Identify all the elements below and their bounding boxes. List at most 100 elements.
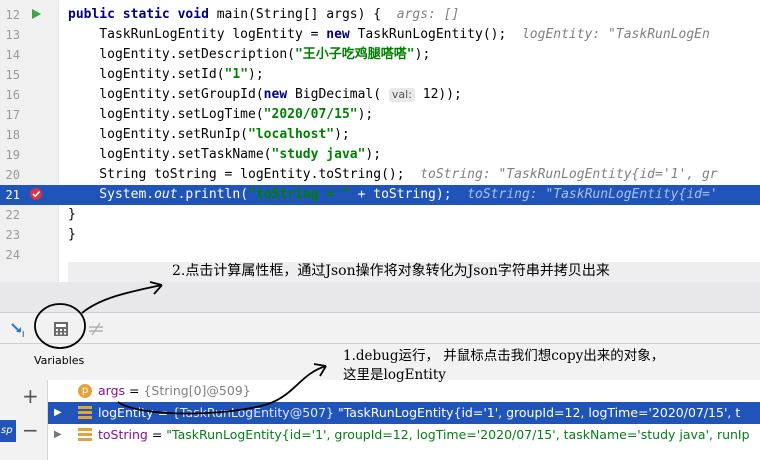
code-token: out [154,187,178,202]
code-line[interactable]: 22} [0,205,760,225]
variable-name: logEntity [98,405,154,420]
code-token: .println( [177,187,249,202]
code-text: public static void main(String[] args) {… [68,5,459,25]
code-text: logEntity.setTaskName("study java"); [68,145,381,165]
code-token: ); [248,67,264,82]
code-token: "study java" [271,147,366,162]
code-token: main(String[] args) { [216,7,397,22]
code-token: "toString = " [248,187,350,202]
variable-row-logentity[interactable]: ▶ logEntity = {TaskRunLogEntity@507} "Tas… [48,402,760,424]
code-line[interactable]: 12 public static void main(String[] args)… [0,5,760,25]
code-token: TaskRunLogEntity(); [357,27,522,42]
expand-arrow-icon[interactable]: ▶ [54,402,62,424]
variables-title: Variables [34,354,85,367]
code-token: static [122,7,178,22]
code-token: } [68,227,76,242]
inline-value-hint: toString: "TaskRunLogEntity{id='1', gr [420,167,718,182]
code-token: logEntity.setLogTime( [68,107,264,122]
code-text: System.out.println("toString = " + toStr… [68,185,718,205]
code-line[interactable]: 18 logEntity.setRunIp("localhost"); [0,125,760,145]
line-number: 23 [5,228,20,242]
expand-arrow-icon[interactable]: ▶ [54,424,62,446]
trace-icon[interactable] [84,317,108,341]
panel-divider [0,282,760,312]
inline-value-hint: toString: "TaskRunLogEntity{id=' [467,187,718,202]
code-token: public [68,7,123,22]
variable-value: "TaskRunLogEntity{id='1', groupId=12, lo… [166,427,750,442]
variable-eq: = [153,405,172,420]
code-token: ); [334,127,350,142]
line-number: 12 [5,8,20,22]
calculator-icon [54,322,68,336]
code-token: String toString = logEntity.toString(); [68,167,421,182]
line-number: 22 [5,208,20,222]
code-line[interactable]: 20 String toString = logEntity.toString(… [0,165,760,185]
code-token: "2020/07/15" [263,107,358,122]
code-editor[interactable]: 12 public static void main(String[] args)… [0,0,760,282]
inline-value-hint: args: [] [396,7,460,22]
code-token: logEntity.setTaskName( [68,147,272,162]
variable-type: {TaskRunLogEntity@507} [171,405,335,420]
code-text: logEntity.setId("1"); [68,65,264,85]
code-token: logEntity.setGroupId( [68,87,264,102]
code-text: logEntity.setLogTime("2020/07/15"); [68,105,373,125]
line-number: 16 [5,88,20,102]
code-line-current[interactable]: 21 System.out.println("toString = " + to… [0,185,760,205]
code-line[interactable]: 13 TaskRunLogEntity logEntity = new Task… [0,25,760,45]
code-token: "1" [224,67,249,82]
variable-value: "TaskRunLogEntity{id='1', groupId=12, lo… [334,405,741,420]
evaluate-expression-button[interactable] [49,317,73,341]
line-number: 14 [5,48,20,62]
code-line[interactable]: 14 logEntity.setDescription("王小子吃鸡腿嗒嗒"); [0,45,760,65]
line-number: 19 [5,148,20,162]
line-number: 20 [5,168,20,182]
line-number: 24 [5,248,20,262]
breakpoint-icon[interactable] [29,187,43,201]
variable-eq: = [147,427,167,442]
code-token: logEntity.setDescription( [68,47,295,62]
code-text: TaskRunLogEntity logEntity = new TaskRun… [68,25,710,45]
code-text: logEntity.setDescription("王小子吃鸡腿嗒嗒"); [68,45,430,65]
code-line[interactable]: 23} [0,225,760,245]
variable-row-tostring[interactable]: ▶ toString = "TaskRunLogEntity{id='1', gr… [48,424,760,446]
run-icon[interactable] [29,7,43,21]
code-text: String toString = logEntity.toString(); … [68,165,718,185]
code-token: ); [365,147,382,162]
debugger-toolbar: I [0,312,760,344]
line-number: 18 [5,128,20,142]
remove-watch-button[interactable]: − [22,420,39,440]
code-text: } [68,225,76,245]
annotation-step1-line1: 1.debug运行， 并鼠标点击我们想copy出来的对象， [343,348,665,364]
step-into-icon[interactable]: I [6,317,30,341]
variable-name: args [98,383,126,398]
line-number: 13 [5,28,20,42]
code-line[interactable]: 17 logEntity.setLogTime("2020/07/15"); [0,105,760,125]
code-text: logEntity.setGroupId(new BigDecimal( val… [68,85,462,105]
code-token: logEntity.setId( [68,67,225,82]
code-token: logEntity.setRunIp( [68,127,249,142]
code-token: new [263,87,295,102]
add-watch-button[interactable]: + [22,386,39,406]
code-token: 12)); [414,87,462,102]
code-line[interactable]: 15 logEntity.setId("1"); [0,65,760,85]
code-token: ); [357,107,374,122]
variable-row-args[interactable]: p args = {String[0]@509} [48,380,760,402]
code-text: } [68,205,76,225]
code-line[interactable]: 19 logEntity.setTaskName("study java"); [0,145,760,165]
line-number: 15 [5,68,20,82]
frames-tab[interactable]: sp [0,420,16,442]
variable-eq: = [125,383,144,398]
inline-value-hint: logEntity: "TaskRunLogEn [521,27,710,42]
code-token: new [326,27,358,42]
code-token: "localhost" [248,127,335,142]
code-token: System. [68,187,155,202]
code-token: void [177,7,217,22]
variable-text: toString = "TaskRunLogEntity{id='1', gro… [98,424,750,446]
annotation-step1-line2: 这里是logEntity [343,367,446,383]
field-icon [78,406,92,420]
code-text: logEntity.setRunIp("localhost"); [68,125,350,145]
code-token: ); [414,47,431,62]
line-number: 17 [5,108,20,122]
code-token: } [68,207,76,222]
code-line[interactable]: 16 logEntity.setGroupId(new BigDecimal( … [0,85,760,105]
